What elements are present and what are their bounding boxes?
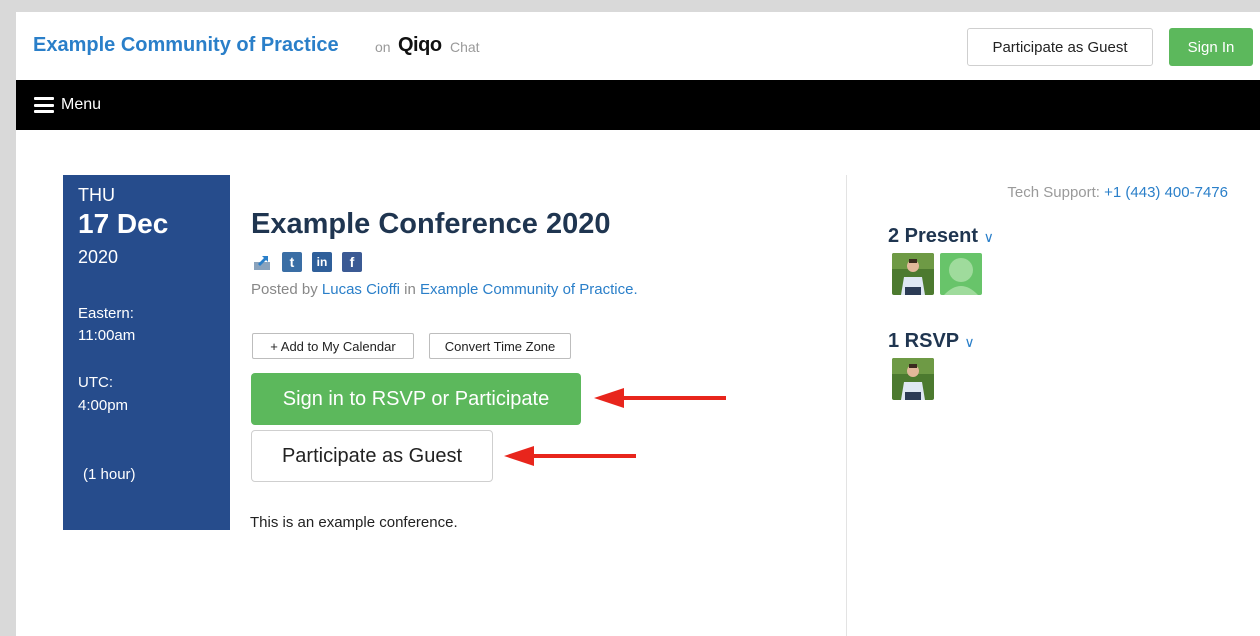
- community-link[interactable]: Example Community of Practice: [420, 281, 633, 298]
- event-day-of-week: THU: [78, 185, 115, 205]
- posted-period: .: [633, 281, 638, 298]
- top-header: Example Community of Practice on Qiqo Ch…: [16, 12, 1260, 80]
- on-label: on: [375, 39, 391, 55]
- event-title: Example Conference 2020: [251, 208, 611, 240]
- arrow-guest-annotation: [504, 446, 636, 466]
- rsvp-count: 1 RSVP: [888, 330, 959, 352]
- avatar[interactable]: [940, 253, 982, 295]
- event-date-block: THU 17 Dec 2020 Eastern: 11:00am UTC: 4:…: [63, 175, 230, 530]
- tech-support-phone-link[interactable]: +1 (443) 400-7476: [1104, 184, 1228, 201]
- share-icon[interactable]: [252, 252, 272, 272]
- facebook-icon[interactable]: f: [342, 252, 362, 272]
- event-description: This is an example conference.: [250, 514, 458, 531]
- menu-button[interactable]: Menu: [61, 96, 101, 114]
- eastern-time: 11:00am: [78, 327, 136, 344]
- event-duration: (1 hour): [83, 466, 136, 483]
- menu-bar: Menu: [16, 80, 1260, 130]
- utc-time: 4:00pm: [78, 397, 129, 414]
- present-heading[interactable]: 2 Present ∨: [888, 225, 994, 248]
- rsvp-avatars: [892, 358, 934, 400]
- tech-support-line: Tech Support: +1 (443) 400-7476: [1007, 184, 1228, 201]
- column-divider: [846, 175, 847, 636]
- utc-tz-label: UTC:: [78, 374, 113, 391]
- twitter-icon[interactable]: t: [282, 252, 302, 272]
- qiqo-logo[interactable]: Qiqo: [398, 34, 442, 57]
- posted-by-line: Posted by Lucas Cioffi in Example Commun…: [251, 281, 638, 298]
- hamburger-icon[interactable]: [34, 97, 54, 113]
- community-name-link[interactable]: Example Community of Practice: [33, 34, 339, 57]
- share-icons-row: t in f: [252, 252, 362, 272]
- eastern-tz-label: Eastern:: [78, 305, 134, 322]
- sign-in-rsvp-button[interactable]: Sign in to RSVP or Participate: [251, 373, 581, 425]
- avatar[interactable]: [892, 358, 934, 400]
- chevron-down-icon[interactable]: ∨: [964, 334, 974, 350]
- participate-as-guest-header-button[interactable]: Participate as Guest: [967, 28, 1153, 66]
- present-avatars: [892, 253, 982, 295]
- chevron-down-icon[interactable]: ∨: [984, 229, 994, 245]
- linkedin-icon[interactable]: in: [312, 252, 332, 272]
- participate-as-guest-button[interactable]: Participate as Guest: [251, 430, 493, 482]
- add-to-calendar-button[interactable]: + Add to My Calendar: [252, 333, 414, 359]
- qiqo-chat-label: Chat: [450, 39, 480, 55]
- convert-time-zone-button[interactable]: Convert Time Zone: [429, 333, 571, 359]
- present-count: 2 Present: [888, 225, 979, 247]
- arrow-rsvp-annotation: [594, 388, 726, 408]
- rsvp-heading[interactable]: 1 RSVP ∨: [888, 330, 975, 353]
- posted-by-label: Posted by: [251, 281, 318, 298]
- page-frame: Example Community of Practice on Qiqo Ch…: [16, 12, 1260, 636]
- posted-in-label: in: [404, 281, 416, 298]
- sign-in-button[interactable]: Sign In: [1169, 28, 1253, 66]
- author-link[interactable]: Lucas Cioffi: [322, 281, 400, 298]
- avatar[interactable]: [892, 253, 934, 295]
- event-date: 17 Dec: [78, 208, 169, 239]
- event-year: 2020: [78, 247, 119, 267]
- tech-support-label: Tech Support:: [1007, 184, 1100, 201]
